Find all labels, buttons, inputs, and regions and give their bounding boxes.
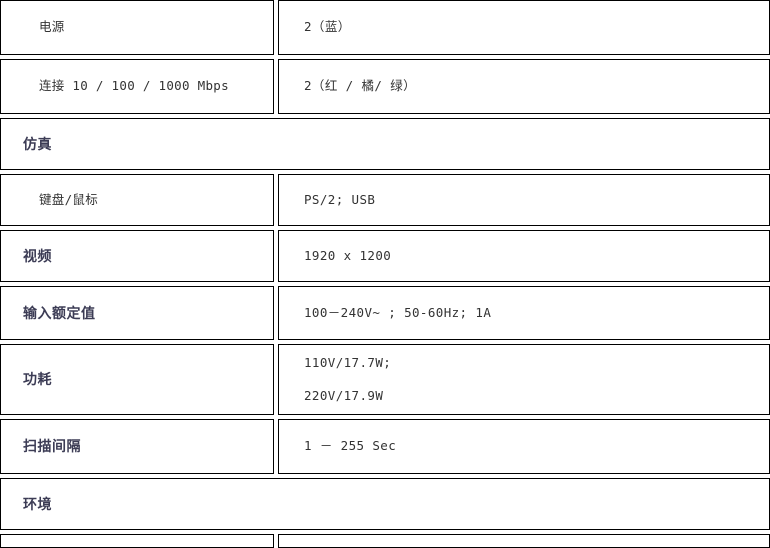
- row-label-text: 输入额定值: [23, 304, 96, 321]
- row-label-cell: 扫描间隔: [0, 419, 274, 474]
- section-header-cell: 环境: [0, 478, 770, 530]
- table-row: 连接 10 / 100 / 1000 Mbps 2（红 / 橘/ 绿）: [0, 59, 770, 114]
- row-label-cell: 功耗: [0, 344, 274, 415]
- section-header-label: 仿真: [23, 135, 52, 152]
- row-value-line: 220V/17.9W: [304, 387, 384, 403]
- table-row: 键盘/鼠标 PS/2; USB: [0, 174, 770, 226]
- row-value-text: 100－240V~ ; 50-60Hz; 1A: [279, 304, 769, 323]
- section-header-label: 环境: [23, 495, 52, 512]
- table-row: 仿真: [0, 118, 770, 170]
- row-label-cell: 键盘/鼠标: [0, 174, 274, 226]
- row-value-text: 2（红 / 橘/ 绿）: [279, 77, 769, 96]
- row-value-cell: 2（红 / 橘/ 绿）: [278, 59, 770, 114]
- row-label-cell: [0, 534, 274, 548]
- row-value-cell: [278, 534, 770, 548]
- specification-table: 电源 2（蓝） 连接 10 / 100 / 1000 Mbps 2（红 / 橘/ 绿）…: [0, 0, 770, 548]
- specification-table-body: 电源 2（蓝） 连接 10 / 100 / 1000 Mbps 2（红 / 橘/ 绿）…: [0, 0, 770, 548]
- row-value-text: PS/2; USB: [279, 191, 769, 210]
- row-value-line: 100－240V~ ; 50-60Hz; 1A: [304, 304, 492, 320]
- row-value-line: 110V/17.7W;: [304, 354, 392, 370]
- row-value-text: 110V/17.7W; 220V/17.9W: [279, 354, 769, 406]
- table-row: [0, 534, 770, 548]
- row-value-cell: PS/2; USB: [278, 174, 770, 226]
- table-row: 视频 1920 x 1200: [0, 230, 770, 282]
- row-value-cell: 2（蓝）: [278, 0, 770, 55]
- row-value-cell: 110V/17.7W; 220V/17.9W: [278, 344, 770, 415]
- row-label-text: 功耗: [23, 371, 52, 387]
- row-label-cell: 连接 10 / 100 / 1000 Mbps: [0, 59, 274, 114]
- row-value-line: 2（红 / 橘/ 绿）: [304, 78, 417, 94]
- table-row: 功耗 110V/17.7W; 220V/17.9W: [0, 344, 770, 415]
- row-value-line: 2（蓝）: [304, 19, 351, 35]
- row-label-cell: 输入额定值: [0, 286, 274, 340]
- row-value-cell: 100－240V~ ; 50-60Hz; 1A: [278, 286, 770, 340]
- row-label-text: 连接 10 / 100 / 1000 Mbps: [39, 78, 229, 94]
- table-row: 环境: [0, 478, 770, 530]
- row-value-cell: 1 － 255 Sec: [278, 419, 770, 474]
- row-value-text: 1920 x 1200: [279, 247, 769, 266]
- row-value-line: PS/2; USB: [304, 191, 376, 207]
- table-row: 电源 2（蓝）: [0, 0, 770, 55]
- row-label-cell: 视频: [0, 230, 274, 282]
- row-value-line: 1920 x 1200: [304, 247, 392, 263]
- row-label-text: 视频: [23, 247, 52, 264]
- row-label-text: 键盘/鼠标: [39, 191, 99, 207]
- row-value-text: 2（蓝）: [279, 18, 769, 37]
- row-value-cell: 1920 x 1200: [278, 230, 770, 282]
- row-label-text: 电源: [39, 19, 65, 35]
- table-row: 输入额定值 100－240V~ ; 50-60Hz; 1A: [0, 286, 770, 340]
- row-value-text: 1 － 255 Sec: [279, 437, 769, 456]
- table-row: 扫描间隔 1 － 255 Sec: [0, 419, 770, 474]
- row-value-line: 1 － 255 Sec: [304, 438, 397, 454]
- row-label-text: 扫描间隔: [23, 438, 81, 454]
- row-label-cell: 电源: [0, 0, 274, 55]
- section-header-cell: 仿真: [0, 118, 770, 170]
